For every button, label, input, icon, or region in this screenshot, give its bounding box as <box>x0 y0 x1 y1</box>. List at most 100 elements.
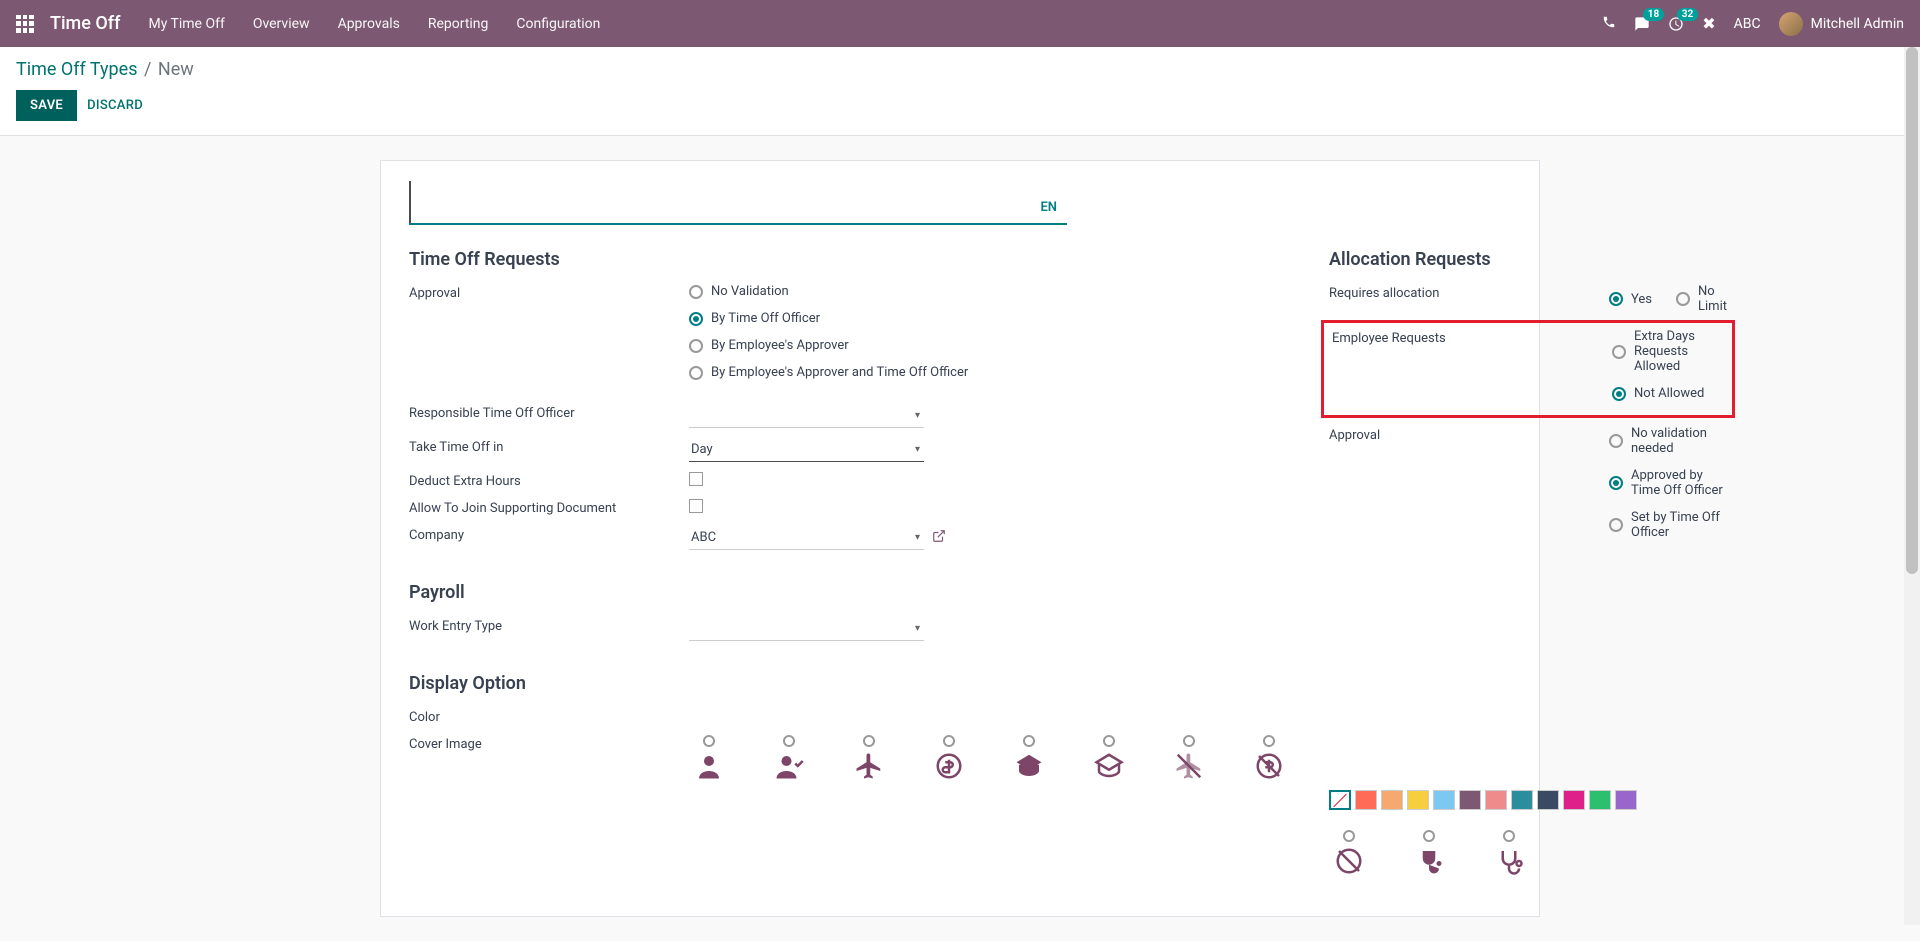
radio-by-both[interactable]: By Employee's Approver and Time Off Offi… <box>689 365 1289 380</box>
radio-not-allowed[interactable]: Not Allowed <box>1612 386 1724 401</box>
menu-approvals[interactable]: Approvals <box>338 16 400 32</box>
color-swatch-5[interactable] <box>1459 790 1481 810</box>
cover-radio-6[interactable] <box>1103 735 1115 747</box>
cover-radio-2[interactable] <box>783 735 795 747</box>
graduation-icon <box>1009 751 1049 781</box>
activities-badge: 32 <box>1677 8 1698 21</box>
vertical-scrollbar[interactable] <box>1904 47 1920 925</box>
label-requires-allocation: Requires allocation <box>1329 284 1609 301</box>
money-icon <box>929 751 969 781</box>
avatar <box>1779 12 1803 36</box>
cover-image-options <box>689 735 1289 781</box>
cover-radio-1[interactable] <box>703 735 715 747</box>
company-selector[interactable]: ABC <box>1734 16 1761 32</box>
topbar-right: 18 32 ✖ ABC Mitchell Admin <box>1602 12 1904 36</box>
color-swatch-6[interactable] <box>1485 790 1507 810</box>
section-time-off-requests: Time Off Requests <box>409 249 1289 270</box>
radio-set-by-officer[interactable]: Set by Time Off Officer <box>1609 510 1727 540</box>
activities-icon[interactable]: 32 <box>1668 16 1684 32</box>
section-payroll: Payroll <box>409 582 1289 603</box>
phone-icon[interactable] <box>1602 14 1616 33</box>
menu-my-time-off[interactable]: My Time Off <box>148 16 224 32</box>
no-plane-icon <box>1169 751 1209 781</box>
breadcrumb-parent[interactable]: Time Off Types <box>16 59 138 80</box>
label-employee-requests: Employee Requests <box>1332 329 1612 346</box>
label-work-entry-type: Work Entry Type <box>409 617 689 634</box>
cover-radio-5[interactable] <box>1023 735 1035 747</box>
person-check-icon <box>769 751 809 781</box>
select-work-entry-type[interactable] <box>689 617 924 641</box>
color-swatch-9[interactable] <box>1563 790 1585 810</box>
select-company[interactable]: ABC <box>689 526 924 550</box>
scrollbar-thumb[interactable] <box>1906 47 1918 574</box>
discard-button[interactable]: DISCARD <box>87 98 143 113</box>
user-menu[interactable]: Mitchell Admin <box>1779 12 1904 36</box>
section-display-option: Display Option <box>409 673 1289 694</box>
external-link-icon[interactable] <box>932 529 946 547</box>
checkbox-deduct-extra-hours[interactable] <box>689 472 703 486</box>
cover-radio-8[interactable] <box>1263 735 1275 747</box>
menu-overview[interactable]: Overview <box>253 16 310 32</box>
menu-reporting[interactable]: Reporting <box>428 16 489 32</box>
user-name: Mitchell Admin <box>1811 16 1904 32</box>
label-cover-image: Cover Image <box>409 735 689 752</box>
radio-no-validation-needed[interactable]: No validation needed <box>1609 426 1727 456</box>
label-responsible-officer: Responsible Time Off Officer <box>409 404 689 421</box>
color-swatch-1[interactable] <box>1355 790 1377 810</box>
cover-radio-3[interactable] <box>863 735 875 747</box>
graduation-outline-icon <box>1089 751 1129 781</box>
color-swatch-10[interactable] <box>1589 790 1611 810</box>
radio-employee-requests: Extra Days Requests Allowed Not Allowed <box>1612 329 1724 401</box>
save-button[interactable]: SAVE <box>16 90 77 121</box>
breadcrumb-current: New <box>158 59 194 80</box>
cover-radio-11[interactable] <box>1503 830 1515 842</box>
cover-radio-4[interactable] <box>943 735 955 747</box>
radio-extra-days-allowed[interactable]: Extra Days Requests Allowed <box>1612 329 1724 374</box>
name-input[interactable] <box>409 181 1030 223</box>
radio-alloc-yes[interactable]: Yes <box>1609 284 1652 314</box>
menu-configuration[interactable]: Configuration <box>516 16 600 32</box>
no-money-icon <box>1249 751 1289 781</box>
color-swatch-7[interactable] <box>1511 790 1533 810</box>
apps-icon[interactable] <box>16 15 34 33</box>
color-swatch-8[interactable] <box>1537 790 1559 810</box>
section-allocation-requests: Allocation Requests <box>1329 249 1727 270</box>
top-navbar: Time Off My Time Off Overview Approvals … <box>0 0 1920 47</box>
color-swatch-11[interactable] <box>1615 790 1637 810</box>
label-deduct-extra-hours: Deduct Extra Hours <box>409 472 689 489</box>
form-sheet: EN Time Off Requests Approval No Validat… <box>380 160 1540 917</box>
messages-badge: 18 <box>1643 8 1664 21</box>
plane-icon <box>849 751 889 781</box>
label-approval-right: Approval <box>1329 426 1609 443</box>
stethoscope-outline-icon <box>1489 846 1529 876</box>
radio-requires-allocation: Yes No Limit <box>1609 284 1727 314</box>
checkbox-allow-supporting-doc[interactable] <box>689 499 703 513</box>
app-title[interactable]: Time Off <box>50 13 120 34</box>
cover-radio-9[interactable] <box>1343 830 1355 842</box>
cover-radio-7[interactable] <box>1183 735 1195 747</box>
color-none[interactable] <box>1329 790 1351 810</box>
label-take-time-off-in: Take Time Off in <box>409 438 689 455</box>
radio-alloc-no-limit[interactable]: No Limit <box>1676 284 1727 314</box>
radio-approved-by-officer[interactable]: Approved by Time Off Officer <box>1609 468 1727 498</box>
messages-icon[interactable]: 18 <box>1634 16 1650 32</box>
color-swatch-2[interactable] <box>1381 790 1403 810</box>
color-swatch-4[interactable] <box>1433 790 1455 810</box>
select-responsible-officer[interactable] <box>689 404 924 428</box>
label-allow-supporting-doc: Allow To Join Supporting Document <box>409 499 689 516</box>
control-panel: Time Off Types / New SAVE DISCARD <box>0 47 1920 136</box>
cover-radio-10[interactable] <box>1423 830 1435 842</box>
lang-toggle[interactable]: EN <box>1030 192 1067 223</box>
radio-no-validation[interactable]: No Validation <box>689 284 1289 299</box>
tools-icon[interactable]: ✖ <box>1702 14 1715 33</box>
no-money-outline-icon <box>1329 846 1369 876</box>
label-approval: Approval <box>409 284 689 301</box>
radio-by-officer[interactable]: By Time Off Officer <box>689 311 1289 326</box>
radio-by-approver[interactable]: By Employee's Approver <box>689 338 1289 353</box>
cover-image-options-right <box>1329 830 1727 876</box>
right-column: Allocation Requests Requires allocation … <box>1329 249 1727 876</box>
select-take-unit[interactable]: Day <box>689 438 924 462</box>
color-picker <box>1329 790 1727 810</box>
color-swatch-3[interactable] <box>1407 790 1429 810</box>
label-color: Color <box>409 708 689 725</box>
